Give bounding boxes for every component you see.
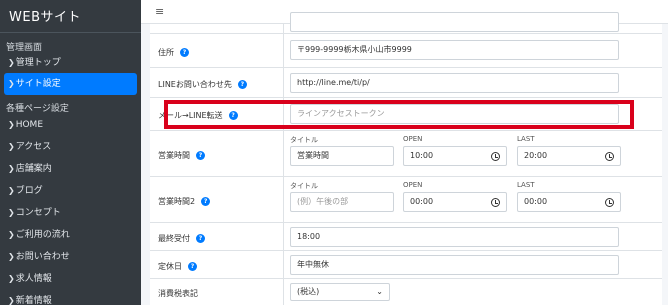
site-settings-form: 住所? 〒999-9999栃木県小山市9999 LINEお問い合わせ先? htt… xyxy=(150,12,662,305)
sidebar-item-blog[interactable]: ❯ブログ xyxy=(0,180,141,202)
form-row-holiday: 定休日? 年中無休 xyxy=(150,251,662,279)
chevron-down-icon: ⌄ xyxy=(376,287,383,296)
hours-label: 営業時間 xyxy=(158,151,190,160)
partial-input[interactable] xyxy=(290,12,619,32)
hours-title-input[interactable]: 営業時間 xyxy=(290,146,394,166)
chevron-right-icon: ❯ xyxy=(8,208,15,217)
hours-last-label: LAST xyxy=(517,135,535,143)
sidebar-item-recruit[interactable]: ❯求人情報 xyxy=(0,268,141,290)
form-row-hours2: 営業時間2? タイトル OPEN LAST (例）午後の部 00:00 00:0… xyxy=(150,177,662,223)
hours2-last-label: LAST xyxy=(517,181,535,189)
sidebar-item-flow[interactable]: ❯ご利用の流れ xyxy=(0,224,141,246)
hours-open-input[interactable]: 10:00 xyxy=(403,146,507,166)
sidebar-item-home[interactable]: ❯HOME xyxy=(0,114,141,136)
chevron-right-icon: ❯ xyxy=(8,142,15,151)
help-icon[interactable]: ? xyxy=(196,234,205,243)
hours2-open-label: OPEN xyxy=(403,181,423,189)
holiday-label: 定休日 xyxy=(158,262,182,271)
line-url-input[interactable]: http://line.me/ti/p/ xyxy=(290,73,619,93)
form-row-tax: 消費税表記 (税込) ⌄ xyxy=(150,279,662,305)
sidebar-item-concept[interactable]: ❯コンセプト xyxy=(0,202,141,224)
clock-icon xyxy=(491,198,500,207)
hamburger-menu-icon[interactable]: ≡ xyxy=(155,5,164,18)
last-order-input[interactable]: 18:00 xyxy=(290,227,619,247)
tax-select[interactable]: (税込) ⌄ xyxy=(290,283,390,301)
chevron-right-icon: ❯ xyxy=(8,186,15,195)
sidebar-item-contact[interactable]: ❯お問い合わせ xyxy=(0,246,141,268)
hours2-title-label: タイトル xyxy=(290,182,318,190)
sidebar-item-site-settings[interactable]: ❯サイト設定 xyxy=(4,73,137,95)
address-input[interactable]: 〒999-9999栃木県小山市9999 xyxy=(290,40,619,60)
tax-label-text: 消費税表記 xyxy=(158,289,198,298)
chevron-right-icon: ❯ xyxy=(8,230,15,239)
brand-title[interactable]: WEBサイト xyxy=(0,0,141,33)
chevron-right-icon: ❯ xyxy=(8,274,15,283)
hours2-label: 営業時間2 xyxy=(158,197,196,206)
clock-icon xyxy=(605,198,614,207)
form-row-last-order: 最終受付? 18:00 xyxy=(150,223,662,251)
hours2-open-input[interactable]: 00:00 xyxy=(403,192,507,212)
sidebar-section-pages: 各種ページ設定 xyxy=(6,104,69,114)
help-icon[interactable]: ? xyxy=(196,151,205,160)
hours-last-input[interactable]: 20:00 xyxy=(517,146,621,166)
sidebar-section-admin: 管理画面 xyxy=(6,43,43,53)
help-icon[interactable]: ? xyxy=(201,197,211,206)
chevron-right-icon: ❯ xyxy=(8,58,15,67)
help-icon[interactable]: ? xyxy=(237,80,247,89)
form-row-line-url: LINEお問い合わせ先? http://line.me/ti/p/ xyxy=(150,68,662,98)
form-row-partial xyxy=(150,12,662,34)
hours-open-label: OPEN xyxy=(403,135,423,143)
chevron-right-icon: ❯ xyxy=(8,79,15,88)
chevron-right-icon: ❯ xyxy=(8,164,15,173)
last-order-label: 最終受付 xyxy=(158,234,190,243)
hours-title-label: タイトル xyxy=(290,136,318,144)
chevron-right-icon: ❯ xyxy=(8,252,15,261)
hours2-title-input[interactable]: (例）午後の部 xyxy=(290,192,394,212)
hours2-last-input[interactable]: 00:00 xyxy=(517,192,621,212)
sidebar-item-news[interactable]: ❯新着情報 xyxy=(0,290,141,305)
clock-icon xyxy=(491,152,500,161)
help-icon[interactable]: ? xyxy=(180,48,189,57)
holiday-input[interactable]: 年中無休 xyxy=(290,255,619,275)
form-row-hours: 営業時間? タイトル OPEN LAST 営業時間 10:00 20:00 xyxy=(150,131,662,177)
help-icon[interactable]: ? xyxy=(188,262,197,271)
form-row-address: 住所? 〒999-9999栃木県小山市9999 xyxy=(150,34,662,68)
sidebar-item-admin-top[interactable]: ❯管理トップ xyxy=(0,52,141,73)
highlight-box xyxy=(164,100,634,129)
main-content: 住所? 〒999-9999栃木県小山市9999 LINEお問い合わせ先? htt… xyxy=(141,12,668,305)
sidebar-item-access[interactable]: ❯アクセス xyxy=(0,136,141,158)
sidebar: WEBサイト 管理画面 ❯管理トップ ❯サイト設定 各種ページ設定 ❯HOME … xyxy=(0,0,141,305)
clock-icon xyxy=(605,152,614,161)
chevron-right-icon: ❯ xyxy=(8,296,15,305)
line-url-label: LINEお問い合わせ先 xyxy=(158,80,232,89)
address-label: 住所 xyxy=(158,48,174,57)
chevron-right-icon: ❯ xyxy=(8,120,15,129)
sidebar-item-store[interactable]: ❯店舗案内 xyxy=(0,158,141,180)
